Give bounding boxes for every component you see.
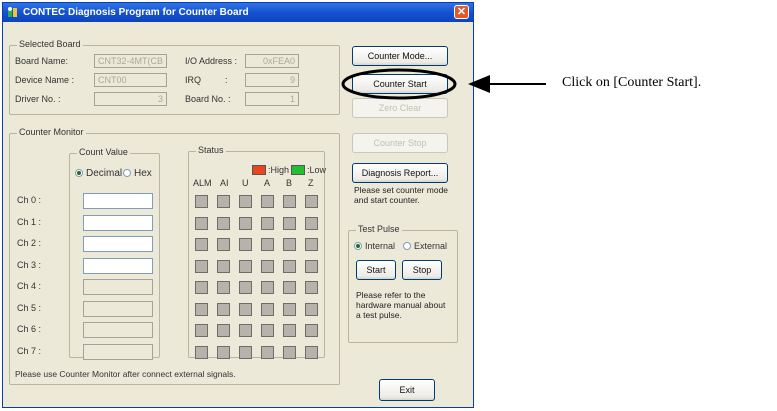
callout-text: Click on [Counter Start]. [562, 75, 702, 90]
arrow-head-icon [468, 75, 490, 93]
callout-overlay [341, 68, 546, 100]
highlight-ellipse [341, 68, 457, 100]
